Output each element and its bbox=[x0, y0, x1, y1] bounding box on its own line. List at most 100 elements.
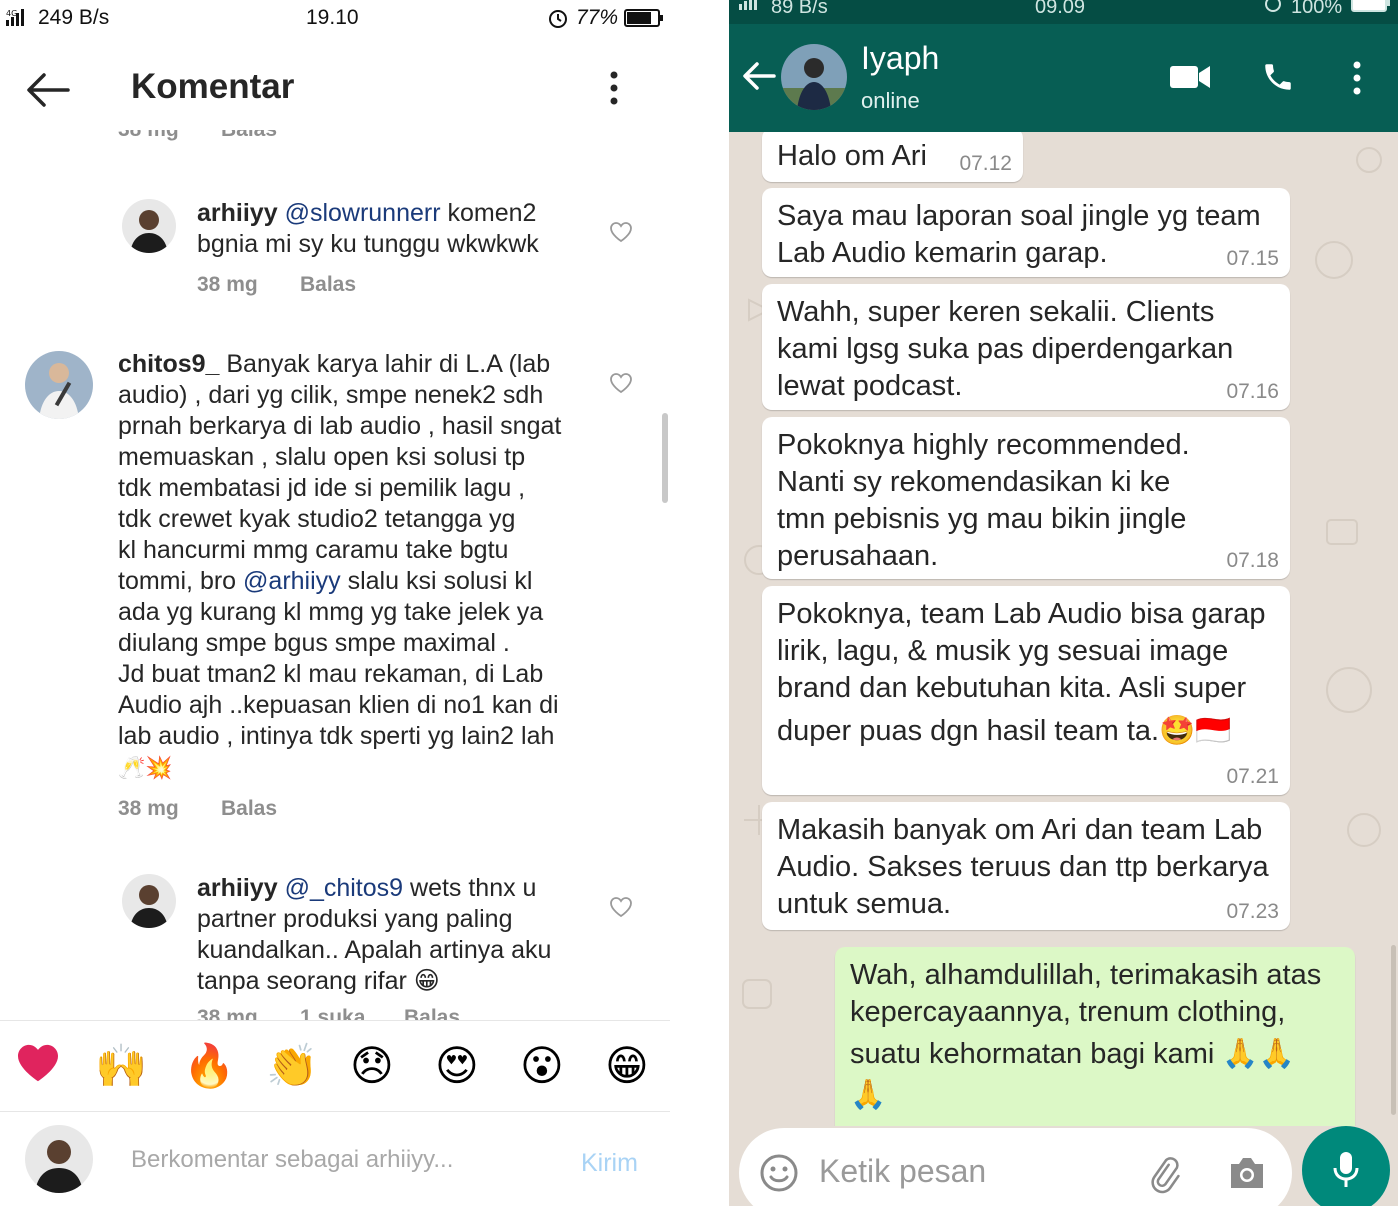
emoji-button[interactable]: 😁 bbox=[605, 1041, 649, 1091]
emoji-button[interactable]: 😍 bbox=[435, 1041, 479, 1091]
message-input[interactable]: Ketik pesan bbox=[819, 1153, 986, 1190]
mention-link[interactable]: @arhiiyy bbox=[243, 567, 341, 595]
emoji-icon[interactable] bbox=[759, 1153, 799, 1193]
comment-username[interactable]: chitos9_ bbox=[118, 350, 219, 378]
outgoing-message[interactable]: Wah, alhamdulillah, terimakasih atas kep… bbox=[835, 947, 1355, 1126]
comment-text: diulang smpe bgus smpe maximal . bbox=[118, 629, 510, 657]
comments-list[interactable]: 38 mg Balas arhiiyy @slowrunnerr komen2 … bbox=[0, 130, 670, 1020]
contact-name[interactable]: Iyaph bbox=[861, 40, 939, 77]
contact-status: online bbox=[861, 88, 920, 113]
emoji-button[interactable]: 😞 bbox=[350, 1041, 394, 1091]
incoming-message[interactable]: Saya mau laporan soal jingle yg team Lab… bbox=[762, 188, 1290, 277]
message-time: 07.12 bbox=[959, 152, 1012, 175]
comment-text: bgnia mi sy ku tunggu wkwkwk bbox=[197, 230, 539, 258]
video-call-icon[interactable] bbox=[1169, 62, 1211, 92]
contact-avatar[interactable] bbox=[781, 44, 847, 110]
reply-link[interactable]: Balas bbox=[404, 1006, 460, 1020]
chat-header: Iyaph online bbox=[729, 24, 1398, 132]
more-options-icon[interactable] bbox=[1347, 60, 1367, 96]
page-title: Komentar bbox=[131, 67, 295, 106]
avatar[interactable] bbox=[25, 351, 93, 419]
comment-username[interactable]: arhiiyy bbox=[197, 874, 278, 902]
reply-link[interactable]: Balas bbox=[300, 273, 356, 297]
send-button[interactable]: Kirim bbox=[581, 1149, 638, 1178]
battery-icon bbox=[1351, 0, 1391, 14]
message-text: kami lgsg suka pas diperdengarkan bbox=[777, 333, 1234, 365]
voice-record-button[interactable] bbox=[1302, 1126, 1390, 1206]
incoming-message[interactable]: Halo om Ari 07.12 bbox=[762, 132, 1023, 182]
network-speed: 89 B/s bbox=[771, 0, 828, 18]
comment: chitos9_ Banyak karya lahir di L.A (lab … bbox=[118, 349, 588, 783]
mention-link[interactable]: @slowrunnerr bbox=[285, 199, 441, 227]
comment-text: audio) , dari yg cilik, smpe nenek2 sdh bbox=[118, 381, 544, 409]
comment-text: wets thnx u bbox=[403, 874, 537, 902]
mention-link[interactable]: @_chitos9 bbox=[285, 874, 404, 902]
like-heart-icon[interactable] bbox=[609, 896, 633, 918]
message-text: Lab Audio kemarin garap. bbox=[777, 237, 1108, 269]
comment-text: kl hancurmi mmg caramu take bgtu bbox=[118, 536, 509, 564]
likes-count[interactable]: 1 suka bbox=[300, 1006, 365, 1020]
reply-link[interactable]: Balas bbox=[221, 130, 277, 142]
message-list[interactable]: Halo om Ari 07.12 Saya mau laporan soal … bbox=[729, 132, 1398, 1126]
incoming-message[interactable]: Makasih banyak om Ari dan team Lab Audio… bbox=[762, 802, 1290, 930]
message-text: perusahaan. bbox=[777, 540, 939, 572]
comment-text: tommi, bro bbox=[118, 567, 244, 595]
heart-emoji-button[interactable] bbox=[15, 1043, 61, 1083]
message-text: Wah, alhamdulillah, terimakasih atas bbox=[850, 959, 1322, 991]
message-text: untuk semua. bbox=[777, 888, 952, 920]
comment-emoji: 🥂💥 bbox=[118, 755, 173, 780]
message-text: suatu kehormatan bagi kami 🙏🙏 bbox=[850, 1038, 1295, 1070]
incoming-message[interactable]: Wahh, super keren sekalii. Clients kami … bbox=[762, 284, 1290, 410]
alarm-icon bbox=[1262, 0, 1284, 14]
comment-text: Jd buat tman2 kl mau rekaman, di Lab bbox=[118, 660, 544, 688]
comment-text: tdk crewet kyak studio2 tetangga yg bbox=[118, 505, 516, 533]
message-text: Pokoknya, team Lab Audio bisa garap bbox=[777, 598, 1266, 630]
comment-text: kuandalkan.. Apalah artinya aku bbox=[197, 936, 552, 964]
svg-text:4G: 4G bbox=[6, 9, 17, 18]
back-arrow-icon[interactable] bbox=[24, 70, 72, 110]
message-time: 07.15 bbox=[1226, 247, 1279, 270]
comment-time: 38 mg bbox=[197, 1006, 258, 1020]
more-options-icon[interactable] bbox=[604, 70, 624, 106]
comment-username[interactable]: arhiiyy bbox=[197, 199, 278, 227]
avatar[interactable] bbox=[122, 874, 176, 928]
message-text: Pokoknya highly recommended. bbox=[777, 429, 1190, 461]
comment-input[interactable]: Berkomentar sebagai arhiiyy... bbox=[131, 1146, 551, 1174]
voice-call-icon[interactable] bbox=[1261, 60, 1295, 94]
emoji-button[interactable]: 🙌 bbox=[95, 1041, 147, 1091]
emoji-button[interactable]: 👏 bbox=[266, 1041, 318, 1091]
clock: 19.10 bbox=[306, 6, 359, 29]
quick-emoji-bar: 🙌 🔥 👏 😞 😍 😮 😁 bbox=[0, 1020, 670, 1112]
message-input-bar: Ketik pesan bbox=[739, 1128, 1292, 1206]
message-text: Saya mau laporan soal jingle yg team bbox=[777, 200, 1261, 232]
like-heart-icon[interactable] bbox=[609, 221, 633, 243]
emoji-button[interactable]: 😮 bbox=[520, 1041, 564, 1091]
comment-text: ada yg kurang kl mmg yg take jelek ya bbox=[118, 598, 544, 626]
message-text: kepercayaannya, trenum clothing, bbox=[850, 996, 1286, 1028]
incoming-message[interactable]: Pokoknya highly recommended. Nanti sy re… bbox=[762, 417, 1290, 579]
like-heart-icon[interactable] bbox=[609, 372, 633, 394]
signal-icon bbox=[739, 0, 763, 12]
scrollbar[interactable] bbox=[1391, 945, 1396, 1115]
my-avatar bbox=[25, 1125, 93, 1193]
comment-time: 38 mg bbox=[118, 130, 179, 142]
message-text: lewat podcast. bbox=[777, 370, 963, 402]
attach-icon[interactable] bbox=[1143, 1152, 1187, 1196]
message-text: Nanti sy rekomendasikan ki ke bbox=[777, 466, 1171, 498]
whatsapp-chat-screen: 89 B/s 09.09 100% Iyaph online Halo om A… bbox=[729, 0, 1398, 1206]
battery-percent: 77% bbox=[576, 6, 619, 29]
scrollbar[interactable] bbox=[662, 413, 668, 503]
clock: 09.09 bbox=[1035, 0, 1086, 18]
comment-time: 38 mg bbox=[197, 273, 258, 296]
battery-percent: 100% bbox=[1291, 0, 1343, 18]
camera-icon[interactable] bbox=[1227, 1154, 1267, 1192]
comment-text: memuaskan , slalu open ksi solusi tp bbox=[118, 443, 526, 471]
reply-link[interactable]: Balas bbox=[221, 797, 277, 821]
comment-text: slalu ksi solusi kl bbox=[340, 567, 533, 595]
emoji-button[interactable]: 🔥 bbox=[183, 1041, 235, 1091]
incoming-message[interactable]: Pokoknya, team Lab Audio bisa garap liri… bbox=[762, 586, 1290, 795]
avatar[interactable] bbox=[122, 199, 176, 253]
signal-icon: 4G bbox=[6, 8, 36, 28]
back-arrow-icon[interactable] bbox=[741, 58, 777, 94]
message-text: brand dan kebutuhan kita. Asli super bbox=[777, 672, 1247, 704]
